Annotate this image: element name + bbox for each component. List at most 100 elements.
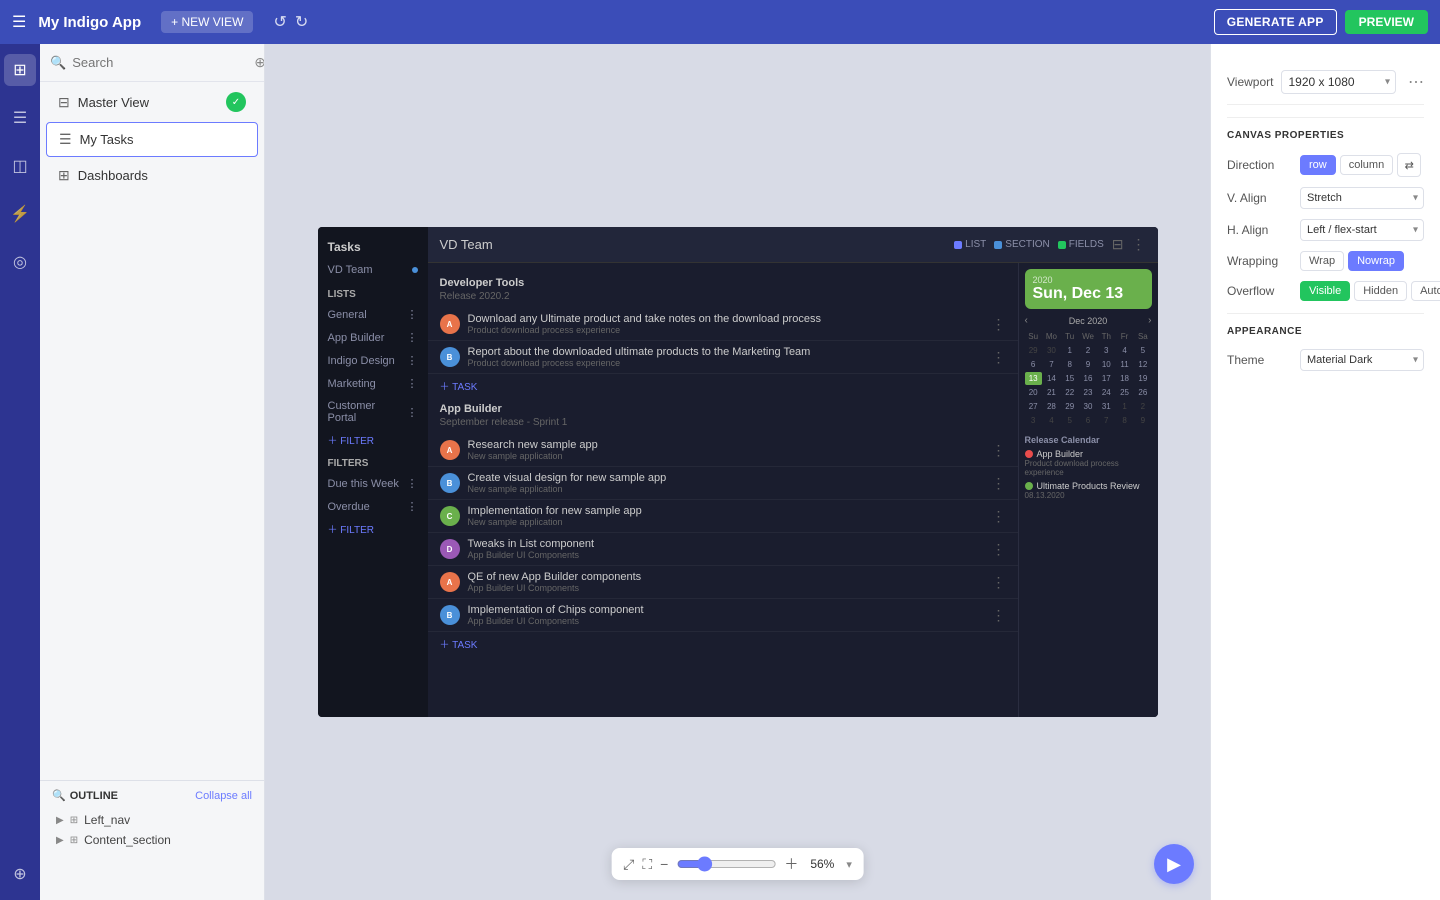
cal-30[interactable]: 30: [1043, 344, 1060, 357]
sidebar-item-dashboards[interactable]: ⊞ Dashboards: [46, 159, 258, 192]
cal-6[interactable]: 6: [1025, 358, 1042, 371]
task-row-6[interactable]: D Tweaks in List component App Builder U…: [428, 533, 1018, 566]
viewport-select[interactable]: 1920 x 1080 1440 x 900 1280 x 800: [1281, 70, 1396, 94]
cal-jan1[interactable]: 1: [1116, 400, 1133, 413]
task-dots-icon-3[interactable]: ⋮: [992, 442, 1006, 459]
fit-icon[interactable]: ⤢: [623, 856, 634, 873]
cal-jan3[interactable]: 3: [1025, 414, 1042, 427]
task-dots-icon-8[interactable]: ⋮: [992, 607, 1006, 624]
direction-col-btn[interactable]: column: [1340, 155, 1393, 175]
nav-globe-icon[interactable]: ◎: [4, 246, 36, 278]
task-row-8[interactable]: B Implementation of Chips component App …: [428, 599, 1018, 632]
valign-select[interactable]: Stretch Start Center End: [1300, 187, 1424, 209]
preview-nav-marketing[interactable]: Marketing⋮: [318, 372, 428, 395]
task-dots-icon-7[interactable]: ⋮: [992, 574, 1006, 591]
header-section-btn[interactable]: SECTION: [994, 239, 1049, 250]
cal-15[interactable]: 15: [1061, 372, 1078, 385]
preview-filter-overdue[interactable]: Overdue⋮: [318, 495, 428, 518]
cal-jan2[interactable]: 2: [1134, 400, 1151, 413]
hamburger-icon[interactable]: ☰: [12, 12, 26, 32]
add-task-btn-2[interactable]: ＋ TASK: [428, 632, 1018, 655]
generate-app-button[interactable]: GENERATE APP: [1214, 9, 1337, 35]
theme-select[interactable]: Material Dark Material Light Indigo Dark…: [1300, 349, 1424, 371]
header-fields-btn[interactable]: FIELDS: [1058, 239, 1104, 250]
undo-icon[interactable]: ↺: [273, 12, 286, 32]
viewport-dots-icon[interactable]: ⋯: [1408, 72, 1424, 92]
cal-23[interactable]: 23: [1079, 386, 1096, 399]
preview-nav-general[interactable]: General⋮: [318, 303, 428, 326]
cal-1[interactable]: 1: [1061, 344, 1078, 357]
cal-17[interactable]: 17: [1098, 372, 1115, 385]
cal-14[interactable]: 14: [1043, 372, 1060, 385]
header-filter-icon[interactable]: ⊟: [1112, 236, 1124, 253]
task-dots-icon-2[interactable]: ⋮: [992, 349, 1006, 366]
cal-9[interactable]: 9: [1079, 358, 1096, 371]
task-dots-icon[interactable]: ⋮: [992, 316, 1006, 333]
play-button[interactable]: ▶: [1154, 844, 1194, 884]
task-row-7[interactable]: A QE of new App Builder components App B…: [428, 566, 1018, 599]
outline-item-content-section[interactable]: ▶ ⊞ Content_section: [52, 830, 252, 850]
preview-filter-due-week[interactable]: Due this Week⋮: [318, 472, 428, 495]
preview-nav-app-builder[interactable]: App Builder⋮: [318, 326, 428, 349]
cal-3[interactable]: 3: [1098, 344, 1115, 357]
overflow-auto-btn[interactable]: Auto: [1411, 281, 1440, 301]
task-row-3[interactable]: A Research new sample app New sample app…: [428, 434, 1018, 467]
collapse-all-button[interactable]: Collapse all: [195, 790, 252, 802]
sidebar-item-master-view[interactable]: ⊟ Master View ✓: [46, 84, 258, 120]
task-dots-icon-5[interactable]: ⋮: [992, 508, 1006, 525]
cal-11[interactable]: 11: [1116, 358, 1133, 371]
overflow-visible-btn[interactable]: Visible: [1300, 281, 1350, 301]
sidebar-item-my-tasks[interactable]: ☰ My Tasks: [46, 122, 258, 157]
nav-layers-icon[interactable]: ◫: [4, 150, 36, 182]
cal-8[interactable]: 8: [1061, 358, 1078, 371]
cal-2[interactable]: 2: [1079, 344, 1096, 357]
zoom-out-icon[interactable]: −: [660, 856, 668, 872]
cal-jan8[interactable]: 8: [1116, 414, 1133, 427]
nowrap-btn[interactable]: Nowrap: [1348, 251, 1404, 271]
task-row-5[interactable]: C Implementation for new sample app New …: [428, 500, 1018, 533]
preview-add-filter-btn-2[interactable]: ＋ FILTER: [318, 518, 428, 539]
cal-7[interactable]: 7: [1043, 358, 1060, 371]
preview-nav-customer-portal[interactable]: Customer Portal⋮: [318, 395, 428, 429]
cal-10[interactable]: 10: [1098, 358, 1115, 371]
preview-nav-indigo-design[interactable]: Indigo Design⋮: [318, 349, 428, 372]
redo-icon[interactable]: ↻: [295, 12, 308, 32]
cal-25[interactable]: 25: [1116, 386, 1133, 399]
cal-27[interactable]: 27: [1025, 400, 1042, 413]
cal-jan4[interactable]: 4: [1043, 414, 1060, 427]
header-list-btn[interactable]: LIST: [954, 239, 986, 250]
cal-30b[interactable]: 30: [1079, 400, 1096, 413]
outline-item-left-nav[interactable]: ▶ ⊞ Left_nav: [52, 810, 252, 830]
halign-select[interactable]: Left / flex-start Center Right / flex-en…: [1300, 219, 1424, 241]
cal-16[interactable]: 16: [1079, 372, 1096, 385]
overflow-hidden-btn[interactable]: Hidden: [1354, 281, 1407, 301]
nav-plug-icon[interactable]: ⚡: [4, 198, 36, 230]
cal-jan6[interactable]: 6: [1079, 414, 1096, 427]
task-row-2[interactable]: B Report about the downloaded ultimate p…: [428, 341, 1018, 374]
task-dots-icon-4[interactable]: ⋮: [992, 475, 1006, 492]
add-task-btn-1[interactable]: ＋ TASK: [428, 374, 1018, 397]
next-month-btn[interactable]: ›: [1148, 315, 1151, 326]
zoom-chevron-icon[interactable]: ▾: [846, 858, 852, 871]
canvas-area[interactable]: My Tasks Tasks VD Team LISTS General⋮: [265, 44, 1210, 900]
cal-13[interactable]: 13: [1025, 372, 1042, 385]
cal-22[interactable]: 22: [1061, 386, 1078, 399]
zoom-in-icon[interactable]: ＋: [784, 854, 798, 874]
header-dots-icon[interactable]: ⋮: [1132, 236, 1146, 253]
add-view-icon[interactable]: ⊕: [254, 54, 264, 71]
new-view-button[interactable]: + NEW VIEW: [161, 11, 253, 33]
direction-swap-icon[interactable]: ⇄: [1397, 153, 1421, 177]
preview-vd-team-item[interactable]: VD Team: [318, 259, 428, 281]
cal-26[interactable]: 26: [1134, 386, 1151, 399]
cal-29b[interactable]: 29: [1061, 400, 1078, 413]
wrap-btn[interactable]: Wrap: [1300, 251, 1344, 271]
task-dots-icon-6[interactable]: ⋮: [992, 541, 1006, 558]
cal-jan9[interactable]: 9: [1134, 414, 1151, 427]
cal-12[interactable]: 12: [1134, 358, 1151, 371]
task-row-4[interactable]: B Create visual design for new sample ap…: [428, 467, 1018, 500]
cal-19[interactable]: 19: [1134, 372, 1151, 385]
preview-add-filter-btn[interactable]: ＋ FILTER: [318, 429, 428, 450]
direction-row-btn[interactable]: row: [1300, 155, 1336, 175]
cal-jan5[interactable]: 5: [1061, 414, 1078, 427]
cal-4[interactable]: 4: [1116, 344, 1133, 357]
